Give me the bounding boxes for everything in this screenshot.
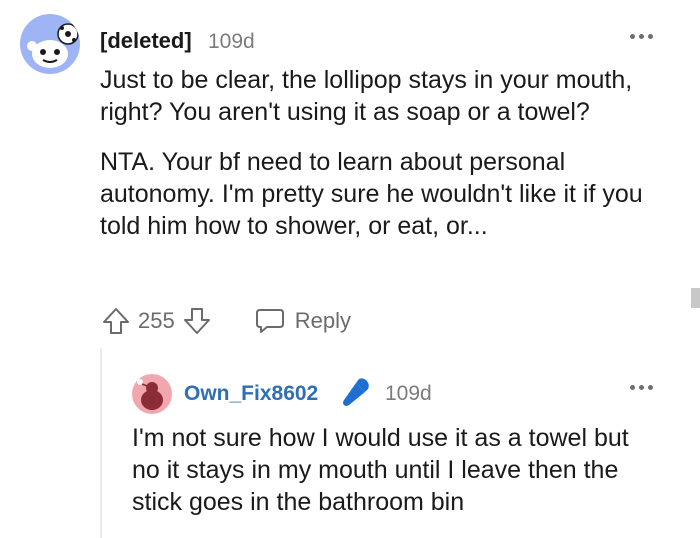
more-options-button[interactable] — [626, 30, 656, 42]
reply-body: I'm not sure how I would use it as a tow… — [132, 424, 629, 516]
upvote-button[interactable] — [100, 305, 132, 337]
more-options-button[interactable] — [626, 381, 656, 393]
scrollbar-thumb[interactable] — [691, 288, 700, 308]
reply-author[interactable]: Own_Fix8602 — [184, 382, 318, 406]
comment-paragraph: NTA. Your bf need to learn about persona… — [100, 148, 643, 240]
comment-author[interactable]: [deleted] — [100, 28, 192, 54]
comment-actions: 255 Reply — [100, 304, 351, 338]
speech-bubble-icon — [255, 309, 284, 333]
reply-button[interactable]: Reply — [255, 307, 351, 335]
microphone-icon — [339, 375, 373, 409]
comment-paragraph: Just to be clear, the lollipop stays in … — [100, 66, 633, 126]
vote-score: 255 — [138, 308, 175, 333]
more-horizontal-icon — [626, 381, 656, 393]
avatar[interactable] — [132, 374, 172, 414]
snoo-avatar-icon — [137, 379, 163, 410]
reply-label: Reply — [294, 308, 351, 333]
arrow-up-icon — [103, 308, 129, 334]
avatar[interactable] — [20, 14, 80, 74]
more-horizontal-icon — [626, 30, 656, 42]
snoo-avatar-icon — [27, 23, 79, 68]
downvote-button[interactable] — [181, 305, 213, 337]
comment-body: Just to be clear, the lollipop stays in … — [100, 64, 660, 260]
arrow-down-icon — [183, 308, 210, 334]
comment-timestamp: 109d — [208, 30, 255, 53]
thread-line[interactable] — [100, 348, 102, 538]
reply-timestamp: 109d — [385, 382, 432, 405]
